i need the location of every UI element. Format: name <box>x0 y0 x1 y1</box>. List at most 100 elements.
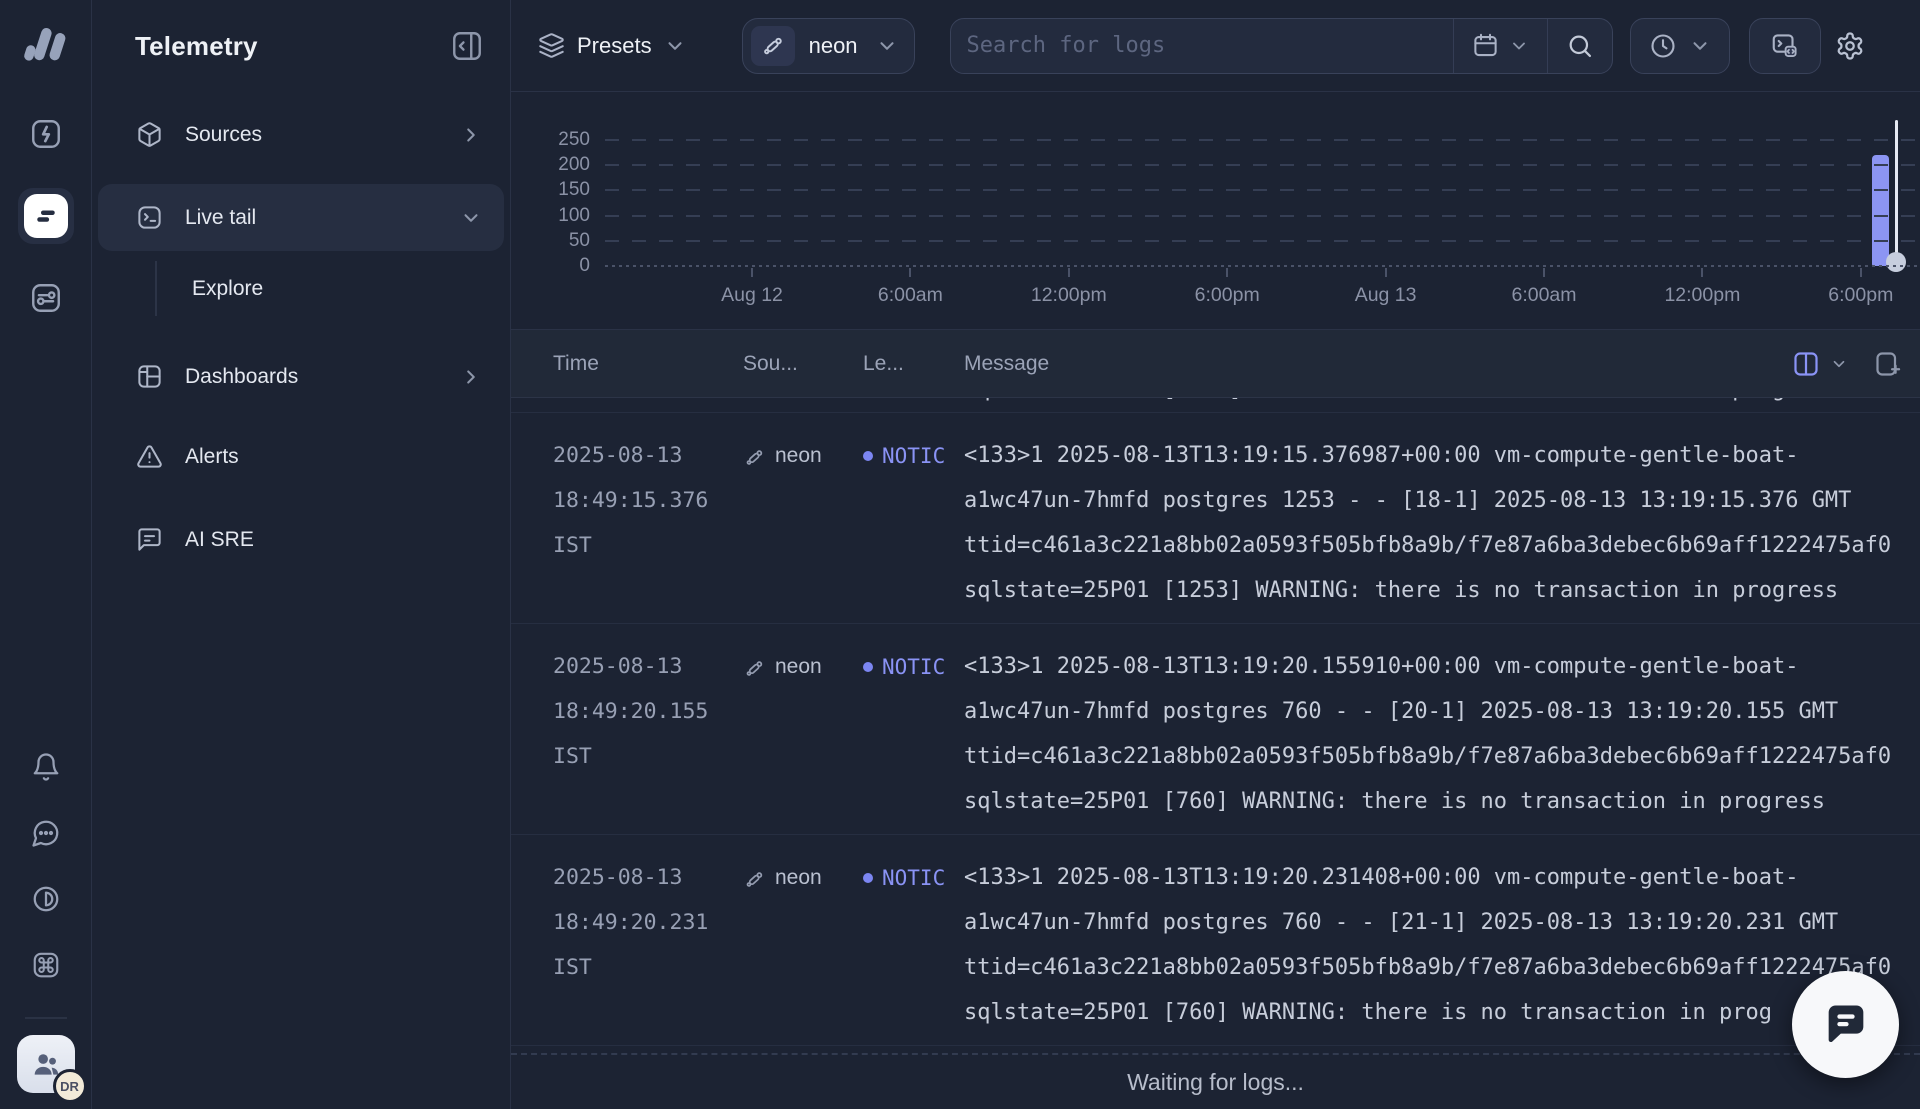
log-table-header: Time Sou... Le... Message <box>511 330 1920 398</box>
sidebar-item-label: Sources <box>185 123 438 147</box>
sidebar-collapse-button[interactable] <box>450 29 484 63</box>
page-title: Telemetry <box>135 31 258 62</box>
topbar: Presets neon <box>511 0 1920 92</box>
y-axis-tick-label: 50 <box>511 230 590 252</box>
gridline <box>605 189 1920 191</box>
y-axis-tick-label: 200 <box>511 154 590 176</box>
presets-label: Presets <box>577 33 652 59</box>
main-content: Presets neon <box>511 0 1920 1109</box>
calendar-icon <box>1472 32 1499 59</box>
sidebar-item-explore[interactable]: Explore <box>98 255 504 322</box>
gear-icon <box>1835 31 1865 61</box>
source-selector[interactable]: neon <box>742 18 915 74</box>
neon-source-icon <box>743 863 766 891</box>
chevron-down-icon <box>664 35 686 57</box>
query-console-button[interactable] <box>1749 18 1821 74</box>
column-header-time[interactable]: Time <box>553 352 743 376</box>
level-dot-icon <box>863 451 873 461</box>
command-icon <box>31 950 61 980</box>
x-axis-tick-label: 6:00am <box>830 284 990 307</box>
date-range-button[interactable] <box>1453 19 1547 73</box>
sidebar-item-dashboards[interactable]: Dashboards <box>98 343 504 410</box>
sidebar-item-label: Alerts <box>185 445 482 469</box>
message-dots-icon <box>31 818 61 848</box>
chevron-down-icon[interactable] <box>1830 355 1848 373</box>
sidebar-item-sources[interactable]: Sources <box>98 101 504 168</box>
columns-layout-button[interactable] <box>1792 350 1820 378</box>
log-level: NOTIC <box>863 855 964 900</box>
rail-item-metrics[interactable] <box>18 270 74 326</box>
feedback-button[interactable] <box>18 813 74 853</box>
log-level: NOTIC <box>863 433 964 478</box>
zap-icon <box>29 117 63 151</box>
presets-button[interactable]: Presets <box>538 32 686 59</box>
status-text: Waiting for logs... <box>1127 1069 1304 1096</box>
log-message: <133>1 2025-08-13T13:19:20.155910+00:00 … <box>964 644 1920 824</box>
sidebar-header: Telemetry <box>92 0 510 92</box>
search-icon <box>1566 32 1594 60</box>
clipped-log-text: sqlstate=25P01 [1253] WARNING: there is … <box>964 398 1920 412</box>
level-dot-icon <box>863 873 873 883</box>
log-volume-bar[interactable] <box>1872 155 1889 266</box>
chevron-right-icon <box>460 124 482 146</box>
log-volume-chart[interactable]: 250200150100500Aug 126:00am12:00pm6:00pm… <box>511 92 1920 330</box>
x-axis-tick <box>1068 268 1070 277</box>
live-cursor-handle[interactable] <box>1886 252 1906 272</box>
terminal-icon <box>136 204 163 231</box>
rail-divider <box>25 1017 67 1019</box>
x-axis-tick <box>1860 268 1862 277</box>
x-axis-tick <box>1701 268 1703 277</box>
x-axis-tick-label: 6:00am <box>1464 284 1624 307</box>
log-source: neon <box>743 644 863 824</box>
log-time: 2025-08-1318:49:20.155IST <box>553 644 743 824</box>
rail-item-events[interactable] <box>18 106 74 162</box>
neon-source-icon <box>743 652 766 680</box>
message-square-icon <box>136 526 163 553</box>
source-selector-value: neon <box>809 33 858 59</box>
user-avatar[interactable]: DR <box>17 1035 75 1093</box>
rail-item-logs-active[interactable] <box>18 188 74 244</box>
search-submit-button[interactable] <box>1547 19 1612 73</box>
clipped-log-row[interactable]: sqlstate=25P01 [1253] WARNING: there is … <box>511 398 1920 413</box>
log-rows: 2025-08-1318:49:15.376IST neon NOTIC <13… <box>511 413 1920 1046</box>
sidebar-item-label: AI SRE <box>185 528 482 552</box>
log-table-body[interactable]: sqlstate=25P01 [1253] WARNING: there is … <box>511 398 1920 1053</box>
shortcuts-button[interactable] <box>18 945 74 985</box>
middleware-logo-icon[interactable] <box>21 20 71 64</box>
log-time: 2025-08-1318:49:20.231IST <box>553 855 743 1035</box>
x-axis-tick-label: Aug 13 <box>1306 284 1466 307</box>
log-row[interactable]: 2025-08-1318:49:20.155IST neon NOTIC <13… <box>511 624 1920 835</box>
notifications-button[interactable] <box>18 747 74 787</box>
rail-bottom: DR <box>17 747 75 1109</box>
log-row[interactable]: 2025-08-1318:49:15.376IST neon NOTIC <13… <box>511 413 1920 624</box>
column-header-level[interactable]: Le... <box>863 352 964 376</box>
column-header-source[interactable]: Sou... <box>743 352 863 376</box>
chat-fab-button[interactable] <box>1792 971 1899 1078</box>
time-settings-button[interactable] <box>1630 18 1730 74</box>
theme-toggle-button[interactable] <box>18 879 74 919</box>
logs-icon <box>24 194 68 238</box>
log-level: NOTIC <box>863 644 964 689</box>
log-message: <133>1 2025-08-13T13:19:20.231408+00:00 … <box>964 855 1920 1035</box>
chevron-down-icon <box>460 207 482 229</box>
x-axis-tick <box>909 268 911 277</box>
add-column-button[interactable] <box>1874 350 1902 378</box>
sidebar-item-live-tail[interactable]: Live tail <box>98 184 504 251</box>
sidebar-nav: Sources Live tail Explore Dashboards Ale… <box>92 92 510 573</box>
sidebar-item-ai-sre[interactable]: AI SRE <box>98 506 504 573</box>
column-header-message[interactable]: Message <box>964 352 1049 376</box>
settings-button[interactable] <box>1830 26 1870 66</box>
log-row[interactable]: 2025-08-1318:49:20.231IST neon NOTIC <13… <box>511 835 1920 1046</box>
bell-icon <box>31 752 61 782</box>
gridline <box>605 240 1920 242</box>
chevron-down-icon <box>1689 35 1711 57</box>
y-axis-tick-label: 250 <box>511 129 590 151</box>
sidebar-item-alerts[interactable]: Alerts <box>98 423 504 490</box>
log-message: <133>1 2025-08-13T13:19:15.376987+00:00 … <box>964 433 1920 613</box>
contrast-icon <box>31 884 61 914</box>
gridline <box>605 164 1920 166</box>
neon-source-icon <box>743 441 766 469</box>
terminal-code-icon <box>1770 31 1800 61</box>
chevron-down-icon <box>1509 36 1529 56</box>
search-input[interactable] <box>951 19 1453 73</box>
